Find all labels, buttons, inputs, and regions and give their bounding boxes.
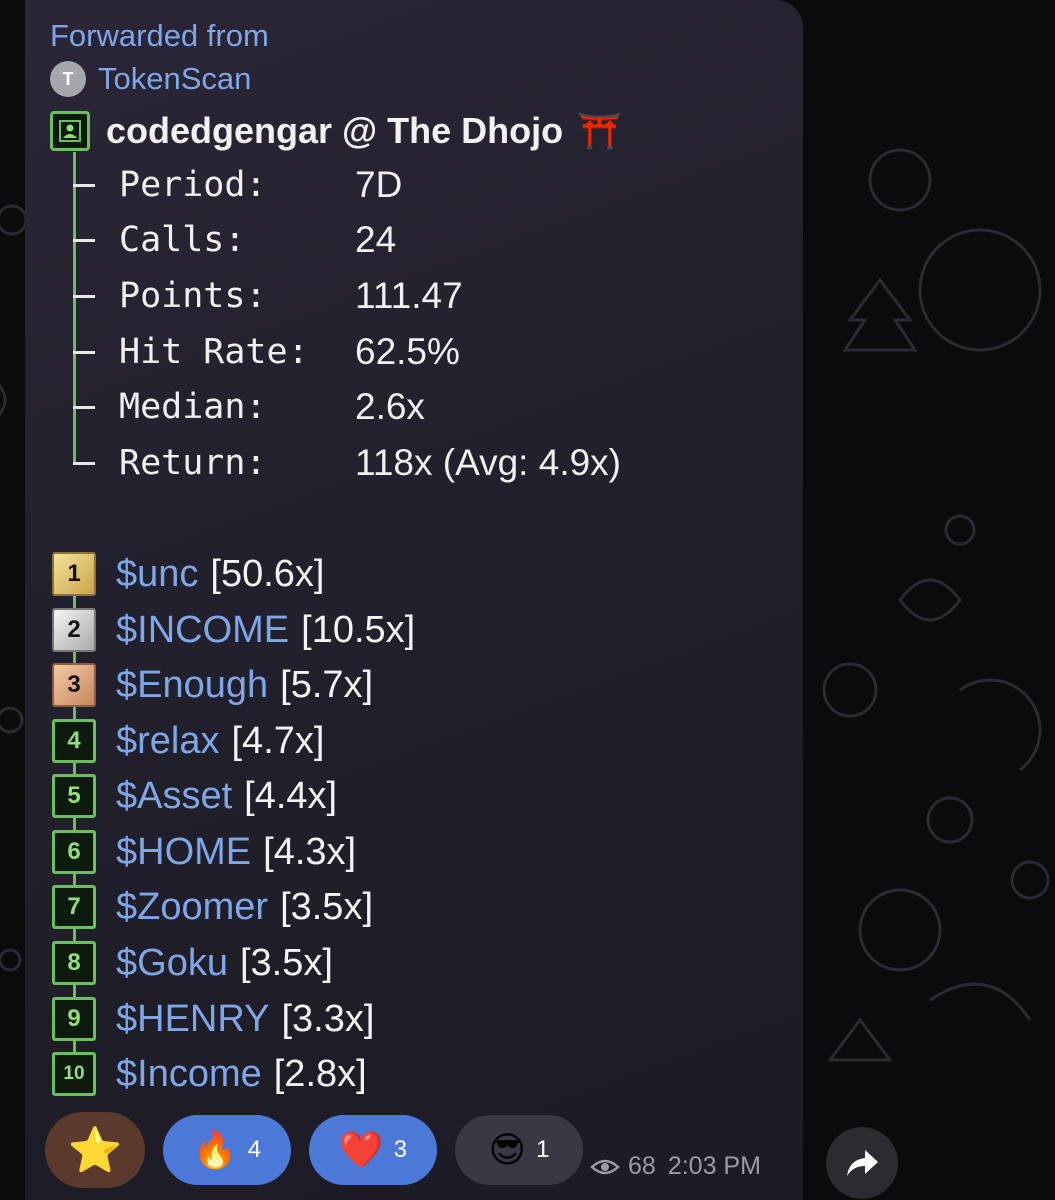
stat-median: Median: 2.6x bbox=[73, 382, 425, 432]
tree-branch bbox=[73, 351, 95, 354]
star-icon: ⭐ bbox=[67, 1126, 123, 1175]
reaction-count: 4 bbox=[247, 1136, 262, 1163]
tree-branch bbox=[73, 462, 95, 465]
stat-label: Points: bbox=[119, 276, 267, 316]
rank-badge: 10 bbox=[52, 1052, 96, 1096]
source-avatar[interactable]: T bbox=[50, 61, 86, 97]
message-header: codedgengar @ The Dhojo ⛩️ bbox=[50, 108, 622, 154]
forwarded-from-label: Forwarded from bbox=[50, 18, 269, 53]
fire-reaction[interactable]: 🔥 4 bbox=[163, 1115, 291, 1185]
ticker-link[interactable]: $Enough bbox=[116, 664, 268, 707]
tree-branch bbox=[73, 239, 95, 242]
rank-badge: 6 bbox=[52, 830, 96, 874]
ranking-row: 10 $Income [2.8x] bbox=[52, 1049, 367, 1099]
torii-icon: ⛩️ bbox=[577, 110, 622, 151]
stat-label: Period: bbox=[119, 165, 267, 205]
stat-value: 2.6x bbox=[355, 386, 425, 427]
eye-icon bbox=[590, 1159, 620, 1174]
ranking-row: 5 $Asset [4.4x] bbox=[52, 771, 337, 821]
message-meta: 68 2:03 PM bbox=[590, 1152, 761, 1181]
multiplier: [4.4x] bbox=[244, 774, 338, 817]
ticker-link[interactable]: $relax bbox=[116, 720, 220, 763]
rank-badge: 8 bbox=[52, 941, 96, 985]
rank-badge: 9 bbox=[52, 997, 96, 1041]
ranking-row: 4 $relax [4.7x] bbox=[52, 716, 324, 766]
message-bubble[interactable]: Forwarded from T TokenScan codedgengar @… bbox=[25, 0, 803, 1200]
ranking-row: 3 $Enough [5.7x] bbox=[52, 660, 373, 710]
stat-label: Return: bbox=[119, 443, 267, 483]
stat-label: Hit Rate: bbox=[119, 332, 309, 372]
stats-tree-line bbox=[73, 152, 76, 462]
view-count: 68 bbox=[628, 1152, 656, 1180]
stat-value: 62.5% bbox=[355, 331, 460, 372]
heart-reaction[interactable]: ❤️ 3 bbox=[309, 1115, 437, 1185]
reaction-count: 3 bbox=[393, 1136, 408, 1163]
ticker-link[interactable]: $INCOME bbox=[116, 609, 289, 652]
ranking-row: 2 $INCOME [10.5x] bbox=[52, 605, 415, 655]
ticker-link[interactable]: $Asset bbox=[116, 775, 232, 818]
stat-label: Calls: bbox=[119, 220, 246, 260]
star-reaction[interactable]: ⭐ bbox=[45, 1112, 145, 1188]
share-button[interactable] bbox=[826, 1127, 898, 1199]
stat-calls: Calls: 24 bbox=[73, 215, 397, 265]
stat-label: Median: bbox=[119, 387, 267, 427]
multiplier: [3.5x] bbox=[280, 885, 374, 928]
multiplier: [3.3x] bbox=[281, 997, 375, 1040]
stat-points: Points: 111.47 bbox=[73, 271, 463, 321]
multiplier: [50.6x] bbox=[210, 552, 325, 595]
tree-branch bbox=[73, 184, 95, 187]
ticker-link[interactable]: $Goku bbox=[116, 942, 228, 985]
stat-value: 118x (Avg: 4.9x) bbox=[355, 442, 621, 483]
reaction-count: 1 bbox=[536, 1136, 550, 1163]
forward-source[interactable]: T TokenScan bbox=[50, 60, 251, 98]
ranking-row: 6 $HOME [4.3x] bbox=[52, 827, 356, 877]
stat-value: 24 bbox=[355, 219, 397, 260]
tree-branch bbox=[73, 406, 95, 409]
multiplier: [10.5x] bbox=[301, 608, 416, 651]
ranking-row: 1 $unc [50.6x] bbox=[52, 549, 324, 599]
rank-badge: 5 bbox=[52, 774, 96, 818]
ranking-row: 8 $Goku [3.5x] bbox=[52, 938, 333, 988]
user-icon bbox=[50, 111, 90, 151]
rank-badge: 4 bbox=[52, 719, 96, 763]
rank-badge-bronze: 3 bbox=[52, 663, 96, 707]
ticker-link[interactable]: $HENRY bbox=[116, 998, 269, 1041]
reactions-bar: ⭐ 🔥 4 ❤️ 3 😎 1 bbox=[45, 1112, 583, 1188]
heart-icon: ❤️ bbox=[338, 1129, 384, 1170]
stat-hit-rate: Hit Rate: 62.5% bbox=[73, 327, 460, 377]
share-icon bbox=[847, 1150, 878, 1176]
rank-badge-silver: 2 bbox=[52, 608, 96, 652]
ranking-row: 7 $Zoomer [3.5x] bbox=[52, 882, 373, 932]
message-time: 2:03 PM bbox=[667, 1152, 761, 1180]
sunglasses-sticker-icon: 😎 bbox=[488, 1129, 527, 1170]
stat-period: Period: 7D bbox=[73, 160, 403, 210]
multiplier: [4.7x] bbox=[231, 719, 325, 762]
ticker-link[interactable]: $Zoomer bbox=[116, 886, 268, 929]
ranking-row: 9 $HENRY [3.3x] bbox=[52, 994, 374, 1044]
stat-value: 111.47 bbox=[355, 275, 463, 316]
source-name-link[interactable]: TokenScan bbox=[98, 61, 251, 97]
stat-return: Return: 118x (Avg: 4.9x) bbox=[73, 438, 621, 488]
multiplier: [2.8x] bbox=[273, 1052, 367, 1095]
multiplier: [3.5x] bbox=[239, 941, 333, 984]
sticker-reaction[interactable]: 😎 1 bbox=[455, 1115, 583, 1185]
multiplier: [4.3x] bbox=[263, 830, 357, 873]
ticker-link[interactable]: $Income bbox=[116, 1053, 262, 1096]
fire-icon: 🔥 bbox=[192, 1129, 238, 1170]
stat-value: 7D bbox=[355, 164, 403, 205]
multiplier: [5.7x] bbox=[280, 663, 374, 706]
rank-badge-gold: 1 bbox=[52, 552, 96, 596]
ticker-link[interactable]: $unc bbox=[116, 553, 198, 596]
rank-badge: 7 bbox=[52, 885, 96, 929]
tree-branch bbox=[73, 295, 95, 298]
caller-title: codedgengar @ The Dhojo bbox=[106, 110, 564, 151]
ticker-link[interactable]: $HOME bbox=[116, 831, 251, 874]
